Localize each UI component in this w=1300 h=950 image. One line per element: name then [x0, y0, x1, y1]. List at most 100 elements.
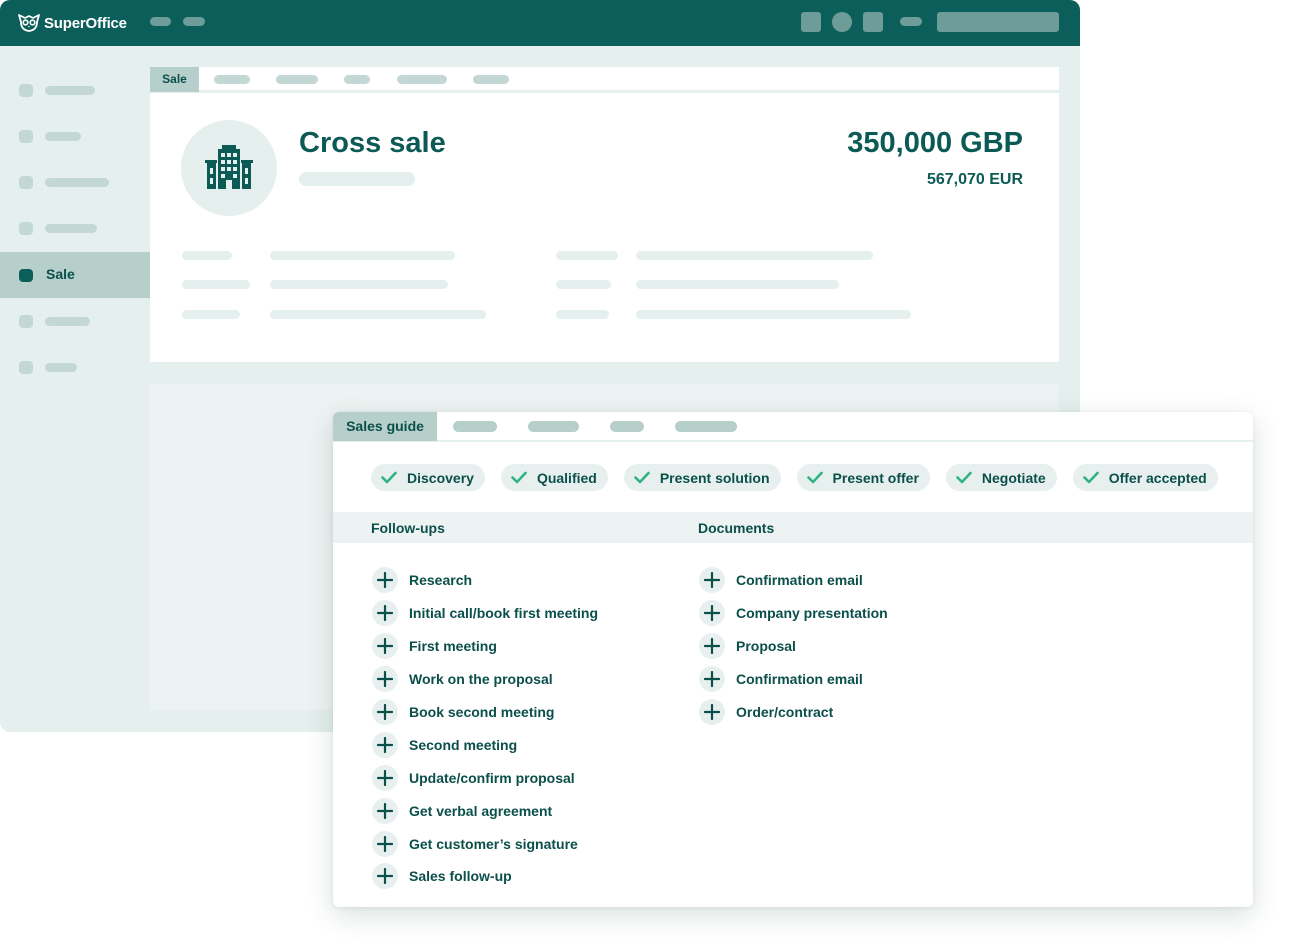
followup-item[interactable]: Get customer’s signature: [372, 827, 598, 860]
followup-item[interactable]: Research: [372, 564, 598, 597]
owl-logo-icon: [18, 14, 40, 32]
tab-sales-guide[interactable]: Sales guide: [333, 412, 437, 441]
sidebar-item-label-placeholder: [45, 86, 95, 95]
tab-placeholder[interactable]: [276, 75, 318, 84]
field-value-placeholder: [270, 310, 486, 319]
document-item[interactable]: Confirmation email: [699, 564, 888, 597]
plus-icon[interactable]: [372, 731, 398, 758]
tab-placeholder[interactable]: [675, 421, 737, 432]
sidebar-item-sale[interactable]: Sale: [0, 252, 150, 298]
stage-chip[interactable]: Present solution: [623, 464, 781, 491]
documents-title: Documents: [698, 520, 775, 536]
sidebar-item[interactable]: [0, 113, 150, 159]
plus-icon[interactable]: [699, 633, 725, 660]
plus-icon[interactable]: [699, 699, 725, 725]
sidebar-item[interactable]: [0, 159, 150, 205]
plus-icon[interactable]: [372, 830, 398, 857]
sidebar-item[interactable]: [0, 344, 150, 390]
followup-item-label: Research: [409, 572, 473, 589]
field-label-placeholder: [182, 251, 232, 260]
sale-tab-strip: Sale: [150, 67, 1059, 92]
stage-chip[interactable]: Negotiate: [945, 464, 1057, 491]
stage-label: Present offer: [832, 469, 919, 486]
document-item[interactable]: Proposal: [699, 630, 888, 663]
followup-item[interactable]: Sales follow-up: [372, 860, 598, 893]
sidebar-item[interactable]: [0, 205, 150, 251]
sidebar-item-icon: [19, 361, 33, 374]
guide-tab-strip: Sales guide: [333, 412, 1253, 442]
topbar-button-placeholder[interactable]: [863, 12, 883, 32]
tab-placeholder[interactable]: [528, 421, 579, 432]
followup-item-label: Book second meeting: [409, 704, 555, 720]
followup-item-label: Initial call/book first meeting: [409, 605, 599, 622]
tab-placeholder[interactable]: [610, 421, 644, 432]
plus-icon[interactable]: [372, 600, 398, 627]
followup-item-label: Get verbal agreement: [409, 802, 553, 819]
followup-item[interactable]: Initial call/book first meeting: [372, 597, 598, 630]
field-value-placeholder: [636, 310, 911, 319]
followup-item-label: Work on the proposal: [409, 671, 553, 688]
search-input-placeholder[interactable]: [937, 12, 1059, 32]
stage-chip[interactable]: Qualified: [500, 464, 608, 491]
document-item[interactable]: Company presentation: [699, 597, 888, 630]
followup-item-label: Update/confirm proposal: [409, 769, 575, 786]
tab-placeholder[interactable]: [214, 75, 250, 84]
document-item[interactable]: Confirmation email: [699, 663, 888, 696]
sale-amount-converted: 567,070 EUR: [926, 171, 1023, 188]
plus-icon[interactable]: [699, 600, 725, 627]
followup-item[interactable]: Work on the proposal: [372, 663, 598, 696]
tab-sale[interactable]: Sale: [150, 67, 199, 92]
plus-icon[interactable]: [699, 567, 725, 594]
sidebar-item-label: Sale: [46, 266, 75, 282]
check-icon: [634, 471, 652, 485]
tab-placeholder[interactable]: [473, 75, 509, 84]
followup-item[interactable]: Book second meeting: [372, 696, 598, 729]
plus-icon[interactable]: [372, 666, 398, 693]
check-icon: [806, 471, 825, 485]
document-list: Confirmation email Company presentation Pr…: [699, 564, 888, 728]
followup-list: Research Initial call/book first meeting F…: [372, 564, 598, 893]
stage-chip[interactable]: Discovery: [371, 464, 485, 491]
stage-chip[interactable]: Offer accepted: [1072, 464, 1218, 491]
topbar-menu-placeholder[interactable]: [900, 17, 922, 26]
sidebar-item[interactable]: [0, 298, 150, 344]
sidebar-item[interactable]: [0, 67, 150, 113]
topbar-button-placeholder[interactable]: [832, 12, 852, 32]
topbar-menu-placeholder[interactable]: [183, 17, 205, 26]
check-icon: [511, 471, 529, 485]
stage-label: Offer accepted: [1108, 469, 1207, 486]
brand-logo[interactable]: SuperOffice: [18, 12, 127, 34]
followup-item[interactable]: Get verbal agreement: [372, 794, 598, 827]
topbar-button-placeholder[interactable]: [801, 12, 821, 32]
plus-icon[interactable]: [699, 666, 725, 693]
document-item-label: Company presentation: [736, 605, 888, 622]
plus-icon[interactable]: [372, 764, 398, 791]
sidebar-item-icon: [19, 315, 33, 328]
check-icon: [956, 471, 974, 485]
followup-item-label: First meeting: [409, 638, 497, 655]
field-value-placeholder: [270, 251, 455, 260]
document-item[interactable]: Order/contract: [699, 696, 888, 729]
followups-title: Follow-ups: [371, 520, 445, 536]
document-item-label: Confirmation email: [736, 572, 863, 589]
followup-item[interactable]: Second meeting: [372, 728, 598, 761]
stage-label: Present solution: [659, 469, 770, 486]
followup-item-label: Get customer’s signature: [409, 835, 578, 852]
field-value-placeholder: [636, 251, 873, 260]
tab-placeholder[interactable]: [344, 75, 370, 84]
stage-chip[interactable]: Present offer: [796, 464, 930, 491]
plus-icon[interactable]: [372, 633, 398, 660]
topbar-menu-placeholder[interactable]: [150, 17, 171, 26]
tab-placeholder[interactable]: [397, 75, 447, 84]
followup-item[interactable]: First meeting: [372, 630, 598, 663]
tab-placeholder[interactable]: [453, 421, 497, 432]
plus-icon[interactable]: [372, 863, 398, 890]
plus-icon[interactable]: [372, 797, 398, 824]
followup-item[interactable]: Update/confirm proposal: [372, 761, 598, 794]
sidebar-item-label-placeholder: [45, 317, 90, 326]
sidebar-item-icon: [19, 130, 33, 143]
plus-icon[interactable]: [372, 567, 398, 594]
stage-list: Discovery Qualified Present solution Presen…: [371, 464, 1218, 491]
plus-icon[interactable]: [372, 699, 398, 725]
sale-subtitle-placeholder: [299, 172, 415, 186]
